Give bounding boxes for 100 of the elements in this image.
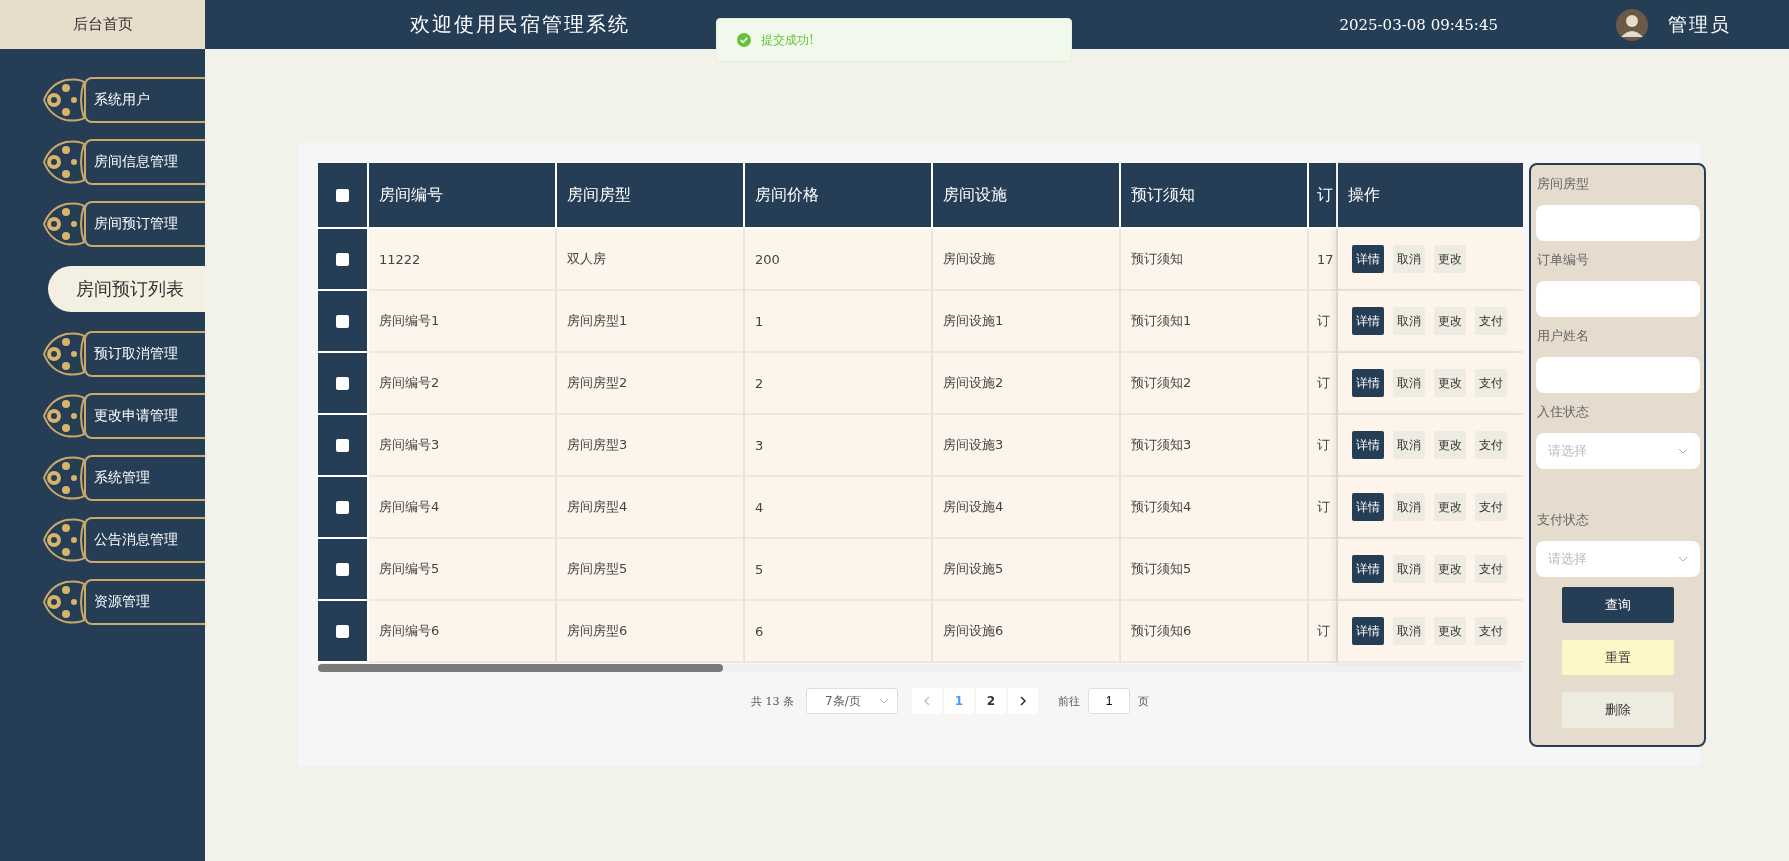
table-cell: 17	[1309, 229, 1338, 291]
table-cell: 订	[1309, 353, 1338, 415]
table-cell: 房间设施2	[933, 353, 1121, 415]
action-button[interactable]: 更改	[1434, 555, 1466, 583]
action-button[interactable]: 取消	[1393, 493, 1425, 521]
table-cell: 200	[745, 229, 933, 291]
table-cell: 双人房	[557, 229, 745, 291]
row-checkbox[interactable]	[336, 438, 349, 452]
column-header: 订	[1309, 163, 1338, 229]
table-cell: 预订须知2	[1121, 353, 1309, 415]
table-cell: 房间设施1	[933, 291, 1121, 353]
filter-button[interactable]: 重置	[1562, 639, 1674, 676]
action-button[interactable]: 支付	[1475, 555, 1507, 583]
action-button[interactable]: 详情	[1352, 617, 1384, 645]
table-cell: 房间设施3	[933, 415, 1121, 477]
action-button[interactable]: 更改	[1434, 369, 1466, 397]
table-cell: 房间编号3	[369, 415, 557, 477]
horizontal-scrollbar[interactable]	[318, 664, 1522, 672]
chevron-down-icon	[1678, 448, 1688, 454]
action-button[interactable]: 支付	[1475, 431, 1507, 459]
table-cell: 房间编号4	[369, 477, 557, 539]
table-cell: 订	[1309, 477, 1338, 539]
page-size-select[interactable]: 7条/页	[806, 688, 898, 714]
action-button[interactable]: 支付	[1475, 369, 1507, 397]
action-button[interactable]: 取消	[1393, 431, 1425, 459]
page-input[interactable]: 1	[1088, 688, 1130, 714]
page-number[interactable]: 2	[976, 688, 1006, 714]
action-button[interactable]: 取消	[1393, 617, 1425, 645]
table-cell: 房间编号1	[369, 291, 557, 353]
table-cell: 房间设施6	[933, 601, 1121, 663]
action-button[interactable]: 详情	[1352, 493, 1384, 521]
table-cell: 房间房型4	[557, 477, 745, 539]
system-title: 欢迎使用民宿管理系统	[410, 11, 630, 38]
column-header: 房间编号	[369, 163, 557, 229]
action-button[interactable]: 取消	[1393, 307, 1425, 335]
table-cell: 4	[745, 477, 933, 539]
table-cell: 房间设施5	[933, 539, 1121, 601]
action-button[interactable]: 详情	[1352, 369, 1384, 397]
select-all-checkbox[interactable]	[336, 188, 349, 202]
user-name[interactable]: 管理员	[1668, 11, 1731, 38]
table-cell: 房间房型5	[557, 539, 745, 601]
action-button[interactable]: 取消	[1393, 555, 1425, 583]
action-button[interactable]: 详情	[1352, 245, 1384, 273]
table-cell: 预订须知4	[1121, 477, 1309, 539]
toast-message: 提交成功!	[761, 31, 814, 49]
action-button[interactable]: 详情	[1352, 431, 1384, 459]
table-cell: 6	[745, 601, 933, 663]
field-label: 入住状态	[1536, 403, 1590, 421]
input-field[interactable]	[1536, 205, 1700, 241]
table-cell: 11222	[369, 229, 557, 291]
row-checkbox[interactable]	[336, 624, 349, 638]
table-cell: 预订须知5	[1121, 539, 1309, 601]
action-button[interactable]: 更改	[1434, 617, 1466, 645]
table-cell: 房间编号2	[369, 353, 557, 415]
table-cell: 预订须知	[1121, 229, 1309, 291]
action-button[interactable]: 详情	[1352, 555, 1384, 583]
field-label: 房间房型	[1536, 175, 1590, 193]
total-count: 共 13 条	[751, 693, 794, 709]
next-page-icon[interactable]	[1008, 688, 1038, 714]
submenu-item[interactable]: 房间预订列表	[48, 266, 205, 312]
table-cell: 房间房型1	[557, 291, 745, 353]
table-cell: 订	[1309, 415, 1338, 477]
row-checkbox[interactable]	[336, 376, 349, 390]
avatar-icon[interactable]	[1616, 8, 1648, 41]
table-cell: 订	[1309, 601, 1338, 663]
action-button[interactable]: 更改	[1434, 245, 1466, 273]
action-button[interactable]: 更改	[1434, 431, 1466, 459]
action-button[interactable]: 支付	[1475, 493, 1507, 521]
action-button[interactable]: 支付	[1475, 617, 1507, 645]
action-button[interactable]: 详情	[1352, 307, 1384, 335]
filter-button[interactable]: 删除	[1562, 692, 1674, 728]
check-circle-icon	[737, 33, 751, 47]
action-button[interactable]: 取消	[1393, 369, 1425, 397]
table-cell: 房间编号5	[369, 539, 557, 601]
column-header: 房间设施	[933, 163, 1121, 229]
column-header: 房间价格	[745, 163, 933, 229]
home-link[interactable]: 后台首页	[0, 0, 205, 49]
column-header: 房间房型	[557, 163, 745, 229]
chevron-down-icon	[1678, 556, 1688, 562]
field-label: 订单编号	[1536, 251, 1590, 269]
table-cell: 房间房型3	[557, 415, 745, 477]
action-button[interactable]: 更改	[1434, 493, 1466, 521]
field-label: 支付状态	[1536, 511, 1590, 529]
row-checkbox[interactable]	[336, 562, 349, 576]
table-cell: 5	[745, 539, 933, 601]
table-cell: 3	[745, 415, 933, 477]
input-field[interactable]	[1536, 357, 1700, 393]
filter-button[interactable]: 查询	[1562, 587, 1674, 623]
action-button[interactable]: 更改	[1434, 307, 1466, 335]
column-header: 预订须知	[1121, 163, 1309, 229]
row-checkbox[interactable]	[336, 314, 349, 328]
table-cell: 房间房型2	[557, 353, 745, 415]
page-suffix: 页	[1138, 693, 1149, 709]
row-checkbox[interactable]	[336, 252, 349, 266]
action-button[interactable]: 支付	[1475, 307, 1507, 335]
row-checkbox[interactable]	[336, 500, 349, 514]
column-header: 操作	[1338, 163, 1523, 229]
input-field[interactable]	[1536, 281, 1700, 317]
action-button[interactable]: 取消	[1393, 245, 1425, 273]
table-cell: 预订须知3	[1121, 415, 1309, 477]
